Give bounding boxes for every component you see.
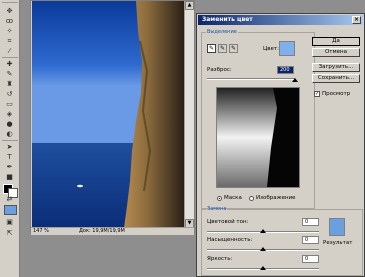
swap-colors-icon[interactable]: ⇄ bbox=[3, 194, 16, 204]
eraser-icon[interactable]: ▭ bbox=[3, 99, 16, 109]
image-radio[interactable] bbox=[249, 196, 254, 201]
lightness-input[interactable]: 0 bbox=[302, 255, 319, 263]
fuzziness-slider-thumb[interactable] bbox=[292, 78, 298, 82]
save-button[interactable]: Сохранить... bbox=[312, 74, 360, 83]
cancel-button[interactable]: Отмена bbox=[312, 48, 360, 57]
crop-icon[interactable]: ⌗ bbox=[3, 36, 16, 46]
blur-icon[interactable]: ● bbox=[3, 119, 16, 129]
toolbox-separator bbox=[2, 140, 18, 141]
document-size-info: Док: 19,9M/19,9M bbox=[79, 228, 125, 234]
hue-label: Цветовой тон: bbox=[207, 219, 249, 225]
type-icon[interactable]: T bbox=[3, 152, 16, 162]
load-button[interactable]: Загрузить... bbox=[312, 63, 360, 72]
fuzziness-slider-track[interactable] bbox=[207, 78, 295, 80]
toolbox-separator bbox=[2, 57, 18, 58]
shape-icon[interactable]: ■ bbox=[3, 172, 16, 182]
eyedropper-icon[interactable]: ✎ bbox=[207, 44, 216, 53]
move-icon[interactable]: ✥ bbox=[3, 6, 16, 16]
mask-label: Маска bbox=[224, 195, 242, 201]
hue-slider-thumb[interactable] bbox=[260, 229, 266, 233]
selection-mask-image bbox=[217, 88, 299, 187]
replace-group-label: Замена bbox=[207, 206, 227, 212]
document-image bbox=[32, 1, 184, 228]
jump-to-imageready-icon[interactable]: ⇱ bbox=[3, 228, 16, 238]
path-selection-icon[interactable]: ➤ bbox=[3, 142, 16, 152]
fuzziness-label: Разброс: bbox=[207, 67, 232, 73]
document-canvas[interactable] bbox=[32, 1, 184, 228]
close-icon[interactable]: × bbox=[352, 16, 361, 24]
saturation-input[interactable]: 0 bbox=[302, 236, 319, 244]
selection-group-label: Выделение bbox=[207, 29, 237, 35]
document-window: ▲ ▼ 147 % Док: 19,9M/19,9M bbox=[30, 0, 195, 235]
pen-icon[interactable]: ✒ bbox=[3, 162, 16, 172]
lasso-icon[interactable]: ꝏ bbox=[3, 16, 16, 26]
toolbox-grip bbox=[2, 2, 18, 3]
preview-label: Просмотр bbox=[322, 91, 351, 97]
screen-mode-icon[interactable]: ▣ bbox=[3, 217, 16, 227]
document-status-bar: 147 % Док: 19,9M/19,9M bbox=[31, 227, 194, 235]
paint-bucket-icon[interactable]: ◈ bbox=[3, 109, 16, 119]
selection-preview[interactable] bbox=[216, 87, 300, 188]
toolbox: ✥ ꝏ ✧ ⌗ ⁄ ✚ ✎ ♜ ↺ ▭ ◈ ● ◐ ➤ T ✒ ■ ⇄ ▣ ⇱ bbox=[0, 0, 20, 277]
healing-brush-icon[interactable]: ✚ bbox=[3, 59, 16, 69]
dialog-titlebar[interactable]: Заменить цвет × bbox=[198, 15, 363, 25]
quick-mask-icon[interactable] bbox=[4, 205, 17, 215]
brush-icon[interactable]: ✎ bbox=[3, 69, 16, 79]
image-label: Изображение bbox=[256, 195, 296, 201]
lightness-label: Яркость: bbox=[207, 256, 233, 262]
result-color-swatch[interactable] bbox=[329, 218, 345, 236]
color-label: Цвет: bbox=[263, 46, 279, 52]
replace-color-dialog: Заменить цвет × Выделение ✎ ✎ ✎ Цвет: Ра… bbox=[196, 13, 365, 277]
slice-icon[interactable]: ⁄ bbox=[3, 46, 16, 56]
clone-stamp-icon[interactable]: ♜ bbox=[3, 79, 16, 89]
result-label: Результат bbox=[323, 240, 353, 246]
dialog-title: Заменить цвет bbox=[202, 16, 253, 23]
dodge-icon[interactable]: ◐ bbox=[3, 129, 16, 139]
zoom-level[interactable]: 147 % bbox=[33, 228, 49, 235]
hue-input[interactable]: 0 bbox=[302, 218, 319, 226]
saturation-slider-thumb[interactable] bbox=[260, 247, 266, 251]
scroll-up-icon[interactable]: ▲ bbox=[185, 1, 194, 10]
vertical-scrollbar[interactable]: ▲ ▼ bbox=[184, 1, 194, 228]
history-brush-icon[interactable]: ↺ bbox=[3, 89, 16, 99]
mask-radio[interactable] bbox=[217, 196, 222, 201]
eyedropper-plus-icon[interactable]: ✎ bbox=[218, 44, 227, 53]
magic-wand-icon[interactable]: ✧ bbox=[3, 26, 16, 36]
preview-checkbox[interactable]: ✓ bbox=[314, 91, 320, 97]
lightness-slider-thumb[interactable] bbox=[260, 266, 266, 270]
sampled-color-swatch[interactable] bbox=[279, 41, 295, 56]
eyedropper-minus-icon[interactable]: ✎ bbox=[229, 44, 238, 53]
ok-button[interactable]: Да bbox=[312, 37, 360, 46]
saturation-label: Насыщенность: bbox=[207, 237, 253, 243]
fuzziness-input[interactable]: 200 bbox=[277, 66, 294, 74]
